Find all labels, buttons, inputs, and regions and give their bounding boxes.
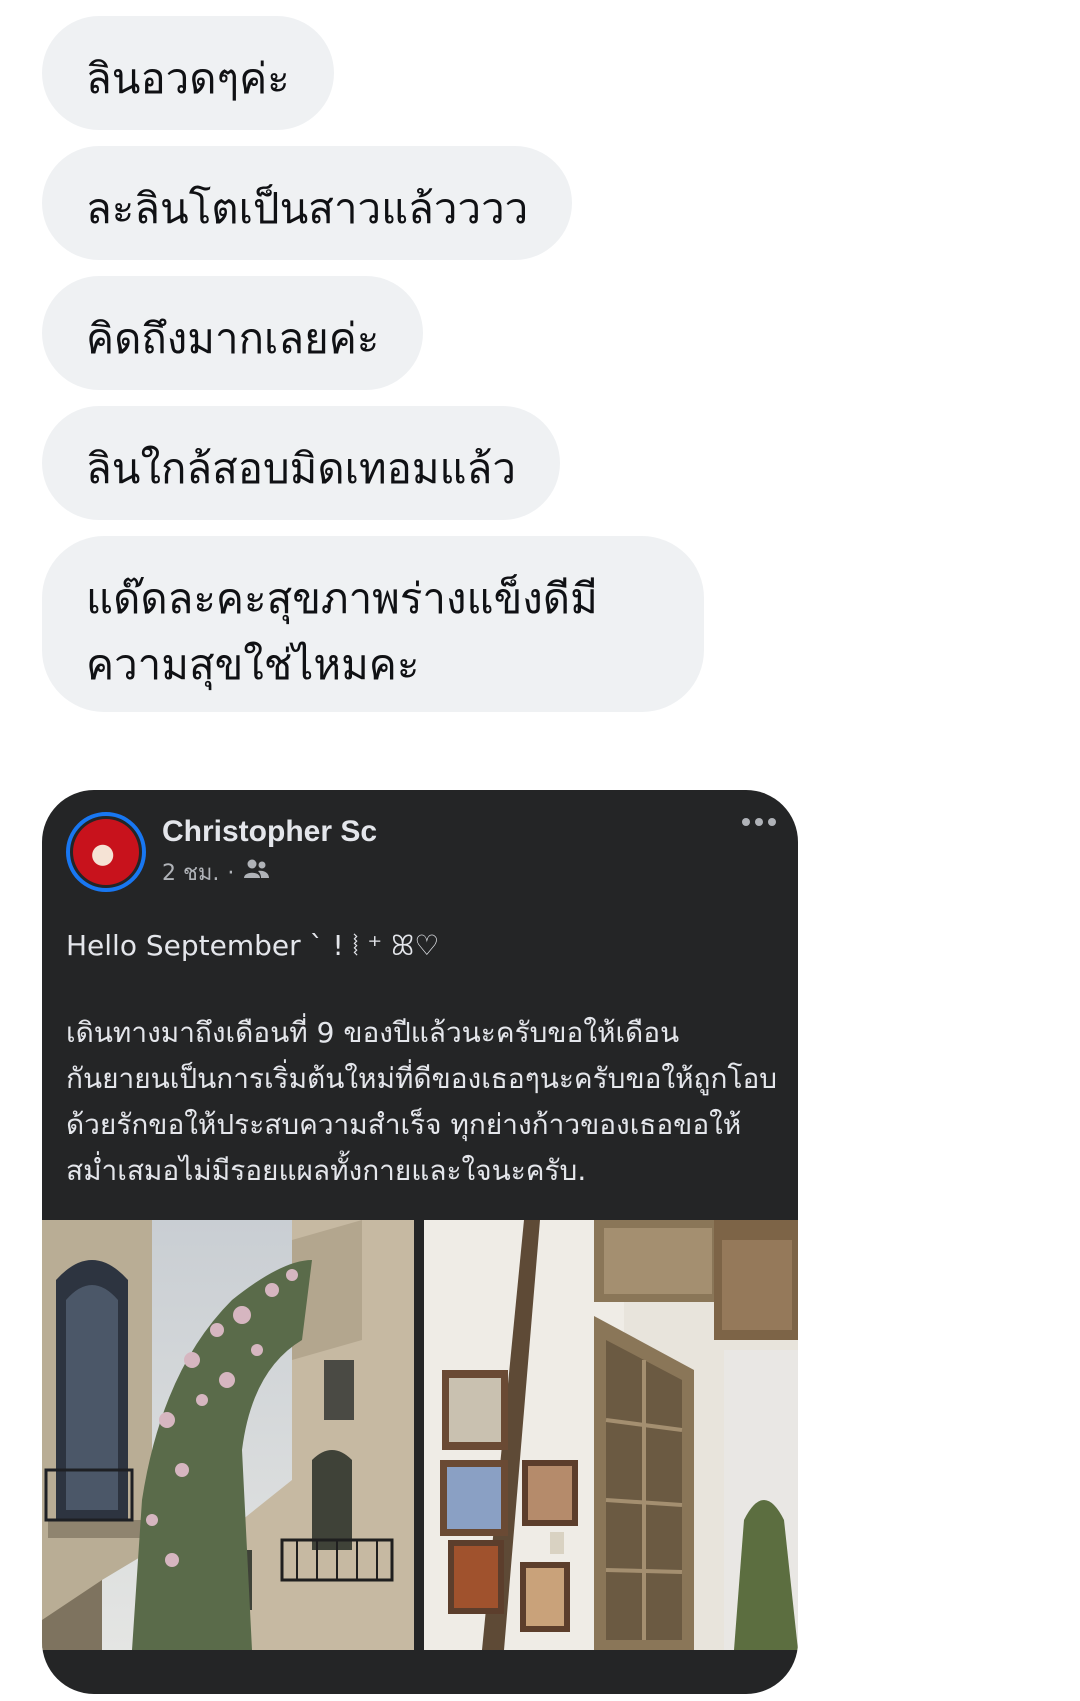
chat-screen: { "messages": [ {"text": "ลินอวดๆค่ะ"}, … — [0, 0, 1080, 1701]
avatar-image — [73, 819, 139, 885]
message-text: ละลินโตเป็นสาวแล้วววว — [86, 184, 529, 233]
shared-post-card[interactable]: Christopher Sc 2 ชม. · Hello September ˋ… — [42, 790, 798, 1694]
message-bubble[interactable]: ลินอวดๆค่ะ — [42, 16, 334, 130]
message-bubble[interactable]: คิดถึงมากเลยค่ะ — [42, 276, 424, 390]
building-with-flowering-vine-photo[interactable] — [42, 1220, 414, 1650]
message-text: ลินอวดๆค่ะ — [86, 54, 290, 103]
message-bubble[interactable]: ละลินโตเป็นสาวแล้วววว — [42, 146, 573, 260]
avatar[interactable] — [66, 812, 146, 892]
post-meta: 2 ชม. · — [162, 858, 270, 889]
message-text: แด๊ดละคะสุขภาพร่างแข็งดีมีความสุขใช่ไหมค… — [86, 574, 598, 689]
white-wall-frames-and-wooden-door-photo[interactable] — [424, 1220, 798, 1650]
message-bubble[interactable]: ลินใกล้สอบมิดเทอมแล้ว — [42, 406, 560, 520]
message-bubble[interactable]: แด๊ดละคะสุขภาพร่างแข็งดีมีความสุขใช่ไหมค… — [42, 536, 704, 712]
post-body-text: เดินทางมาถึงเดือนที่ 9 ของปีแล้วนะครับขอ… — [66, 1016, 778, 1187]
friends-icon — [242, 858, 270, 889]
more-options-icon[interactable] — [742, 818, 776, 826]
message-text: ลินใกล้สอบมิดเทอมแล้ว — [86, 444, 516, 493]
post-author-name[interactable]: Christopher Sc — [162, 812, 377, 852]
message-text: คิดถึงมากเลยค่ะ — [86, 314, 380, 363]
meta-separator: · — [227, 860, 235, 886]
post-greeting: Hello September ˋ ! ⦚ ⁺ ꕤ♡ — [66, 929, 440, 962]
post-time[interactable]: 2 ชม. — [162, 859, 219, 889]
